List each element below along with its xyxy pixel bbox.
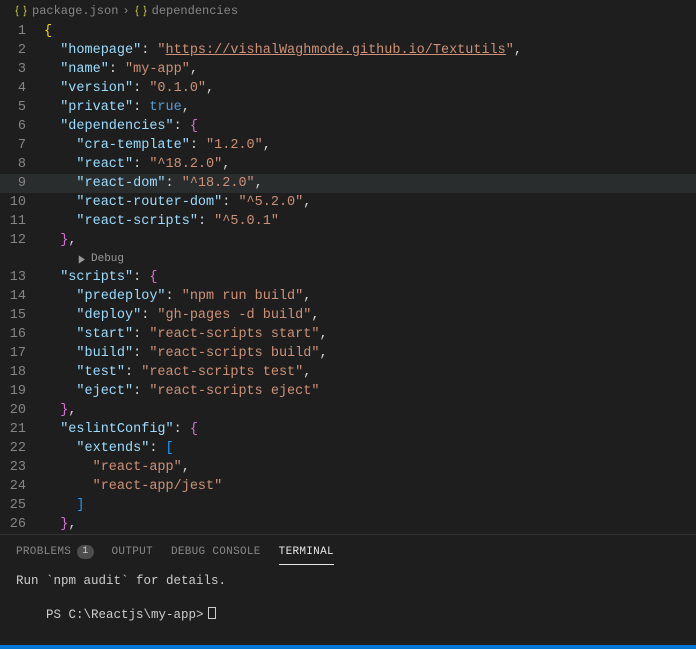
code-line[interactable]: 25 ]: [0, 496, 696, 515]
line-number: 21: [0, 420, 44, 439]
panel-tabs: PROBLEMS 1 OUTPUT DEBUG CONSOLE TERMINAL: [0, 534, 696, 565]
code-content[interactable]: },: [44, 401, 76, 420]
code-line[interactable]: 19 "eject": "react-scripts eject": [0, 382, 696, 401]
line-number: 9: [0, 174, 44, 193]
line-number: 5: [0, 98, 44, 117]
line-number: 18: [0, 363, 44, 382]
code-line[interactable]: 17 "build": "react-scripts build",: [0, 344, 696, 363]
code-line[interactable]: 13 "scripts": {: [0, 268, 696, 287]
code-line[interactable]: 23 "react-app",: [0, 458, 696, 477]
code-line[interactable]: 1{: [0, 22, 696, 41]
terminal-prompt[interactable]: PS C:\Reactjs\my-app>: [16, 590, 680, 641]
code-line[interactable]: 26 },: [0, 515, 696, 534]
breadcrumb[interactable]: package.json › dependencies: [0, 0, 696, 22]
code-line[interactable]: 7 "cra-template": "1.2.0",: [0, 136, 696, 155]
code-content[interactable]: "cra-template": "1.2.0",: [44, 136, 271, 155]
code-content[interactable]: "react-app/jest": [44, 477, 222, 496]
line-number: 8: [0, 155, 44, 174]
json-object-icon: [134, 4, 148, 18]
line-number: 25: [0, 496, 44, 515]
code-content[interactable]: "eject": "react-scripts eject": [44, 382, 319, 401]
line-number: 24: [0, 477, 44, 496]
code-line[interactable]: 16 "start": "react-scripts start",: [0, 325, 696, 344]
line-number: 4: [0, 79, 44, 98]
line-number: 26: [0, 515, 44, 534]
code-line[interactable]: 14 "predeploy": "npm run build",: [0, 287, 696, 306]
code-content[interactable]: "scripts": {: [44, 268, 157, 287]
line-number: 2: [0, 41, 44, 60]
line-number: 15: [0, 306, 44, 325]
line-number: 10: [0, 193, 44, 212]
code-line[interactable]: 15 "deploy": "gh-pages -d build",: [0, 306, 696, 325]
code-editor[interactable]: 1{2 "homepage": "https://vishalWaghmode.…: [0, 22, 696, 534]
status-bar[interactable]: [0, 645, 696, 649]
code-content[interactable]: "homepage": "https://vishalWaghmode.gith…: [44, 41, 522, 60]
code-content[interactable]: "react": "^18.2.0",: [44, 155, 230, 174]
code-line[interactable]: 22 "extends": [: [0, 439, 696, 458]
code-content[interactable]: "build": "react-scripts build",: [44, 344, 328, 363]
code-content[interactable]: {: [44, 22, 52, 41]
code-line[interactable]: 4 "version": "0.1.0",: [0, 79, 696, 98]
line-number: 20: [0, 401, 44, 420]
line-number: 11: [0, 212, 44, 231]
terminal-cursor: [208, 607, 216, 619]
line-number: 16: [0, 325, 44, 344]
code-line[interactable]: 9 "react-dom": "^18.2.0",: [0, 174, 696, 193]
code-content[interactable]: "dependencies": {: [44, 117, 198, 136]
code-content[interactable]: "version": "0.1.0",: [44, 79, 214, 98]
line-number: 23: [0, 458, 44, 477]
code-content[interactable]: "test": "react-scripts test",: [44, 363, 311, 382]
line-number: 19: [0, 382, 44, 401]
code-line[interactable]: 3 "name": "my-app",: [0, 60, 696, 79]
code-content[interactable]: "predeploy": "npm run build",: [44, 287, 311, 306]
tab-debug-console[interactable]: DEBUG CONSOLE: [171, 541, 261, 565]
debug-codelens[interactable]: Debug: [0, 250, 696, 268]
code-content[interactable]: },: [44, 231, 76, 250]
line-number: 12: [0, 231, 44, 250]
line-number: 1: [0, 22, 44, 41]
code-line[interactable]: 20 },: [0, 401, 696, 420]
json-file-icon: [14, 4, 28, 18]
code-line[interactable]: 12 },: [0, 231, 696, 250]
code-line[interactable]: 8 "react": "^18.2.0",: [0, 155, 696, 174]
breadcrumb-separator: ›: [122, 4, 129, 18]
code-line[interactable]: 10 "react-router-dom": "^5.2.0",: [0, 193, 696, 212]
code-content[interactable]: "eslintConfig": {: [44, 420, 198, 439]
code-content[interactable]: "deploy": "gh-pages -d build",: [44, 306, 319, 325]
code-line[interactable]: 5 "private": true,: [0, 98, 696, 117]
code-content[interactable]: "react-dom": "^18.2.0",: [44, 174, 263, 193]
line-number: 22: [0, 439, 44, 458]
code-content[interactable]: "react-app",: [44, 458, 190, 477]
tab-terminal[interactable]: TERMINAL: [279, 541, 334, 565]
line-number: 17: [0, 344, 44, 363]
code-line[interactable]: 11 "react-scripts": "^5.0.1": [0, 212, 696, 231]
code-line[interactable]: 6 "dependencies": {: [0, 117, 696, 136]
line-number: 3: [0, 60, 44, 79]
code-content[interactable]: "name": "my-app",: [44, 60, 198, 79]
terminal[interactable]: Run `npm audit` for details. PS C:\React…: [0, 565, 696, 645]
code-content[interactable]: "private": true,: [44, 98, 190, 117]
line-number: 7: [0, 136, 44, 155]
code-line[interactable]: 24 "react-app/jest": [0, 477, 696, 496]
terminal-output-line: Run `npm audit` for details.: [16, 573, 680, 590]
code-content[interactable]: "react-scripts": "^5.0.1": [44, 212, 279, 231]
code-line[interactable]: 18 "test": "react-scripts test",: [0, 363, 696, 382]
tab-problems[interactable]: PROBLEMS 1: [16, 541, 94, 565]
line-number: 6: [0, 117, 44, 136]
breadcrumb-node[interactable]: dependencies: [152, 4, 238, 18]
code-content[interactable]: },: [44, 515, 76, 534]
problems-badge: 1: [77, 545, 93, 559]
breadcrumb-file[interactable]: package.json: [32, 4, 118, 18]
code-content[interactable]: "start": "react-scripts start",: [44, 325, 328, 344]
line-number: 14: [0, 287, 44, 306]
code-content[interactable]: "react-router-dom": "^5.2.0",: [44, 193, 311, 212]
code-content[interactable]: ]: [44, 496, 85, 515]
code-content[interactable]: "extends": [: [44, 439, 174, 458]
code-line[interactable]: 21 "eslintConfig": {: [0, 420, 696, 439]
code-line[interactable]: 2 "homepage": "https://vishalWaghmode.gi…: [0, 41, 696, 60]
line-number: 13: [0, 268, 44, 287]
tab-output[interactable]: OUTPUT: [112, 541, 153, 565]
